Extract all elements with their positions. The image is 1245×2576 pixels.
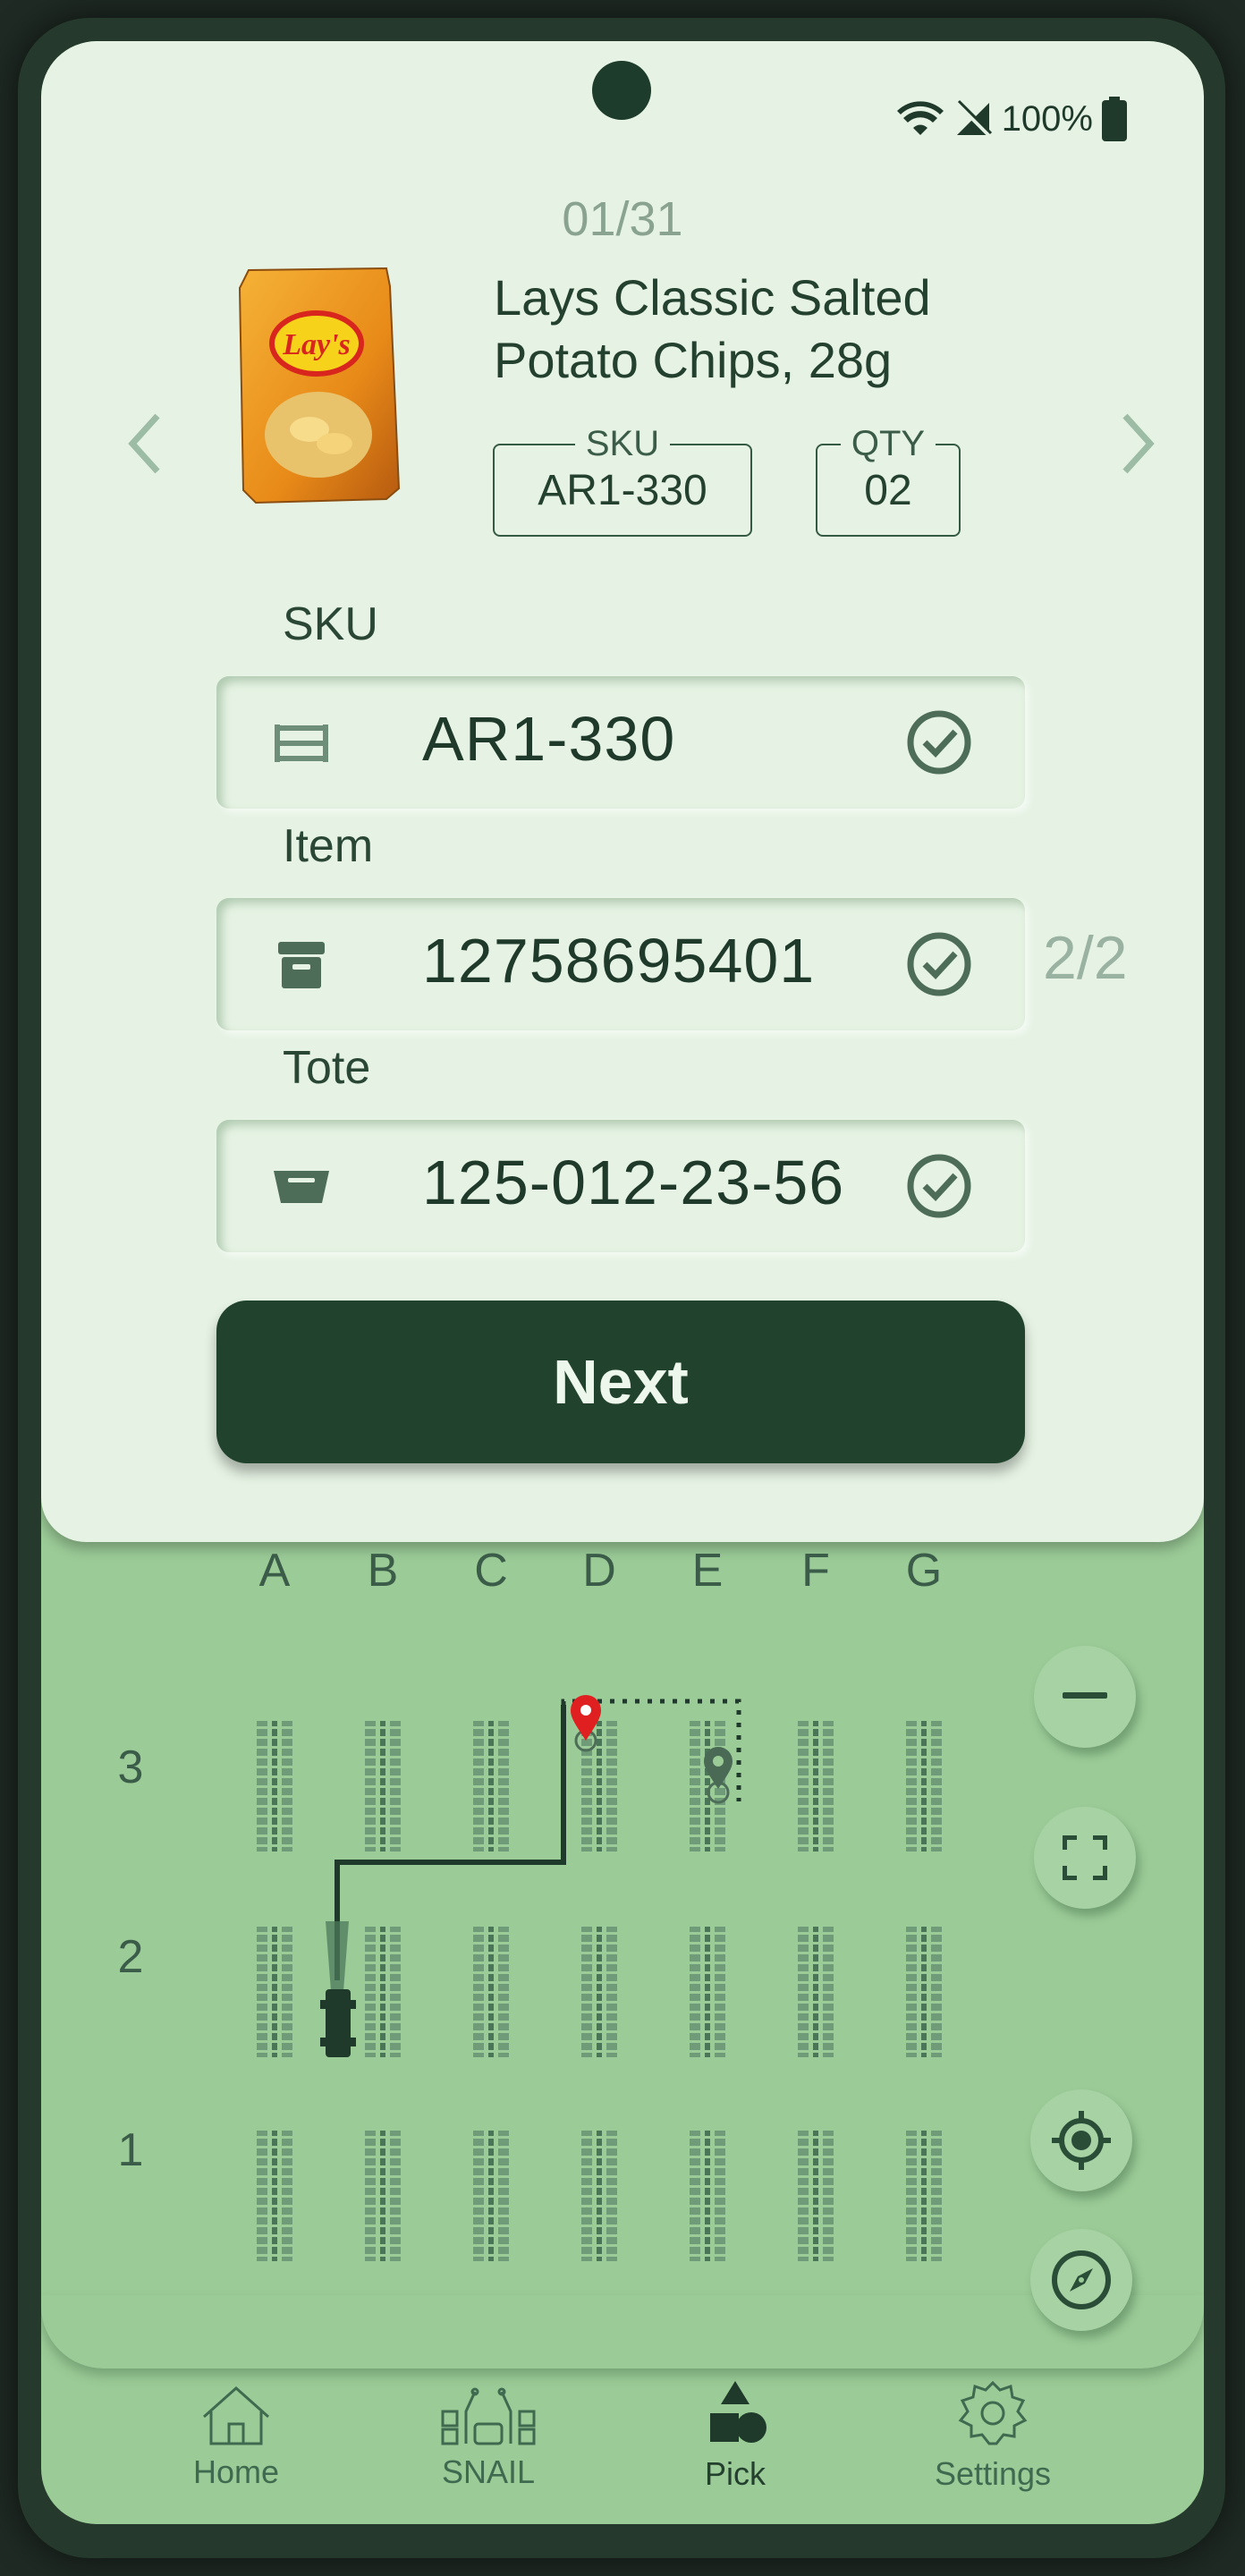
rack [688,1721,727,1852]
qty-box-value: 02 [864,466,912,514]
rack [363,1721,402,1852]
zoom-out-button[interactable] [1034,1646,1136,1748]
pick-counter: 01/31 [562,192,683,246]
battery-icon [1102,97,1127,141]
compass-icon [1052,2250,1111,2309]
qty-box-label: QTY [840,424,936,463]
item-field-label: Item [283,820,374,872]
rack [904,2131,944,2261]
wifi-icon [896,101,944,135]
minus-icon [1063,1692,1107,1699]
nav-settings-label: Settings [934,2455,1052,2492]
nav-snail[interactable]: SNAIL [399,2385,578,2491]
rack [796,1721,835,1852]
compass-button[interactable] [1030,2229,1132,2331]
nav-pick[interactable]: Pick [646,2377,825,2493]
item-progress: 2/2 [1043,924,1128,992]
fullscreen-button[interactable] [1034,1807,1136,1909]
current-location-pin-icon [571,1695,601,1741]
screen: 100% 01/31 Lay's Lays Classic Salted Pot… [41,41,1204,2524]
product-title-line-1: Lays Classic Salted [494,269,931,326]
item-field-value: 12758695401 [422,926,816,996]
sku-box-value: AR1-330 [538,466,707,514]
svg-text:Lay's: Lay's [282,328,351,361]
rack [255,2131,294,2261]
rack [580,1927,619,2057]
cellular-off-icon [954,99,992,137]
sku-check-icon [905,708,973,781]
crosshair-icon [1052,2111,1111,2170]
tote-check-icon [905,1152,973,1224]
front-camera [592,61,651,120]
snail-robot-icon [441,2387,536,2445]
rack [363,1927,402,2057]
rack [255,1927,294,2057]
shelf-icon [270,712,333,775]
item-check-icon [905,930,973,1003]
rack [688,1927,727,2057]
rack [580,1721,619,1852]
rack [580,2131,619,2261]
rack [471,1927,511,2057]
next-chevron-icon[interactable] [1111,399,1165,488]
tote-field[interactable]: 125-012-23-56 [216,1120,1025,1252]
rack [904,1927,944,2057]
center-location-button[interactable] [1030,2089,1132,2191]
next-button[interactable]: Next [216,1301,1025,1463]
product-title: Lays Classic Salted Potato Chips, 28g [494,267,1030,392]
nav-home[interactable]: Home [147,2385,326,2491]
status-bar: 100% [896,97,1127,141]
tote-field-value: 125-012-23-56 [422,1148,845,1217]
tote-bin-icon [270,1156,333,1218]
warehouse-map[interactable] [41,1542,1204,2368]
gear-icon [958,2380,1028,2445]
rack [255,1721,294,1852]
rack [363,2131,402,2261]
item-field[interactable]: 12758695401 [216,898,1025,1030]
product-image: Lay's [229,265,408,506]
sku-field-value: AR1-330 [422,704,676,774]
sku-box-label: SKU [574,424,671,463]
pick-card: 100% 01/31 Lay's Lays Classic Salted Pot… [41,41,1204,1542]
robot-icon [320,1921,356,2057]
fullscreen-icon [1063,1835,1107,1880]
home-icon [203,2385,269,2445]
nav-home-label: Home [192,2453,280,2490]
rack [471,1721,511,1852]
rack [796,2131,835,2261]
nav-snail-label: SNAIL [441,2453,536,2490]
rack [904,1721,944,1852]
previous-chevron-icon[interactable] [118,399,172,488]
battery-percent: 100% [1001,98,1093,139]
rack [471,2131,511,2261]
nav-pick-label: Pick [704,2455,766,2492]
tote-field-label: Tote [283,1042,371,1094]
rack [796,1927,835,2057]
archive-box-icon [270,934,333,996]
qty-box: QTY 02 [816,424,961,537]
shapes-icon [710,2381,766,2443]
sku-box: SKU AR1-330 [493,424,752,537]
rack [688,2131,727,2261]
product-title-line-2: Potato Chips, 28g [494,332,893,388]
sku-field-label: SKU [283,598,378,650]
sku-field[interactable]: AR1-330 [216,676,1025,809]
nav-settings[interactable]: Settings [903,2379,1082,2493]
